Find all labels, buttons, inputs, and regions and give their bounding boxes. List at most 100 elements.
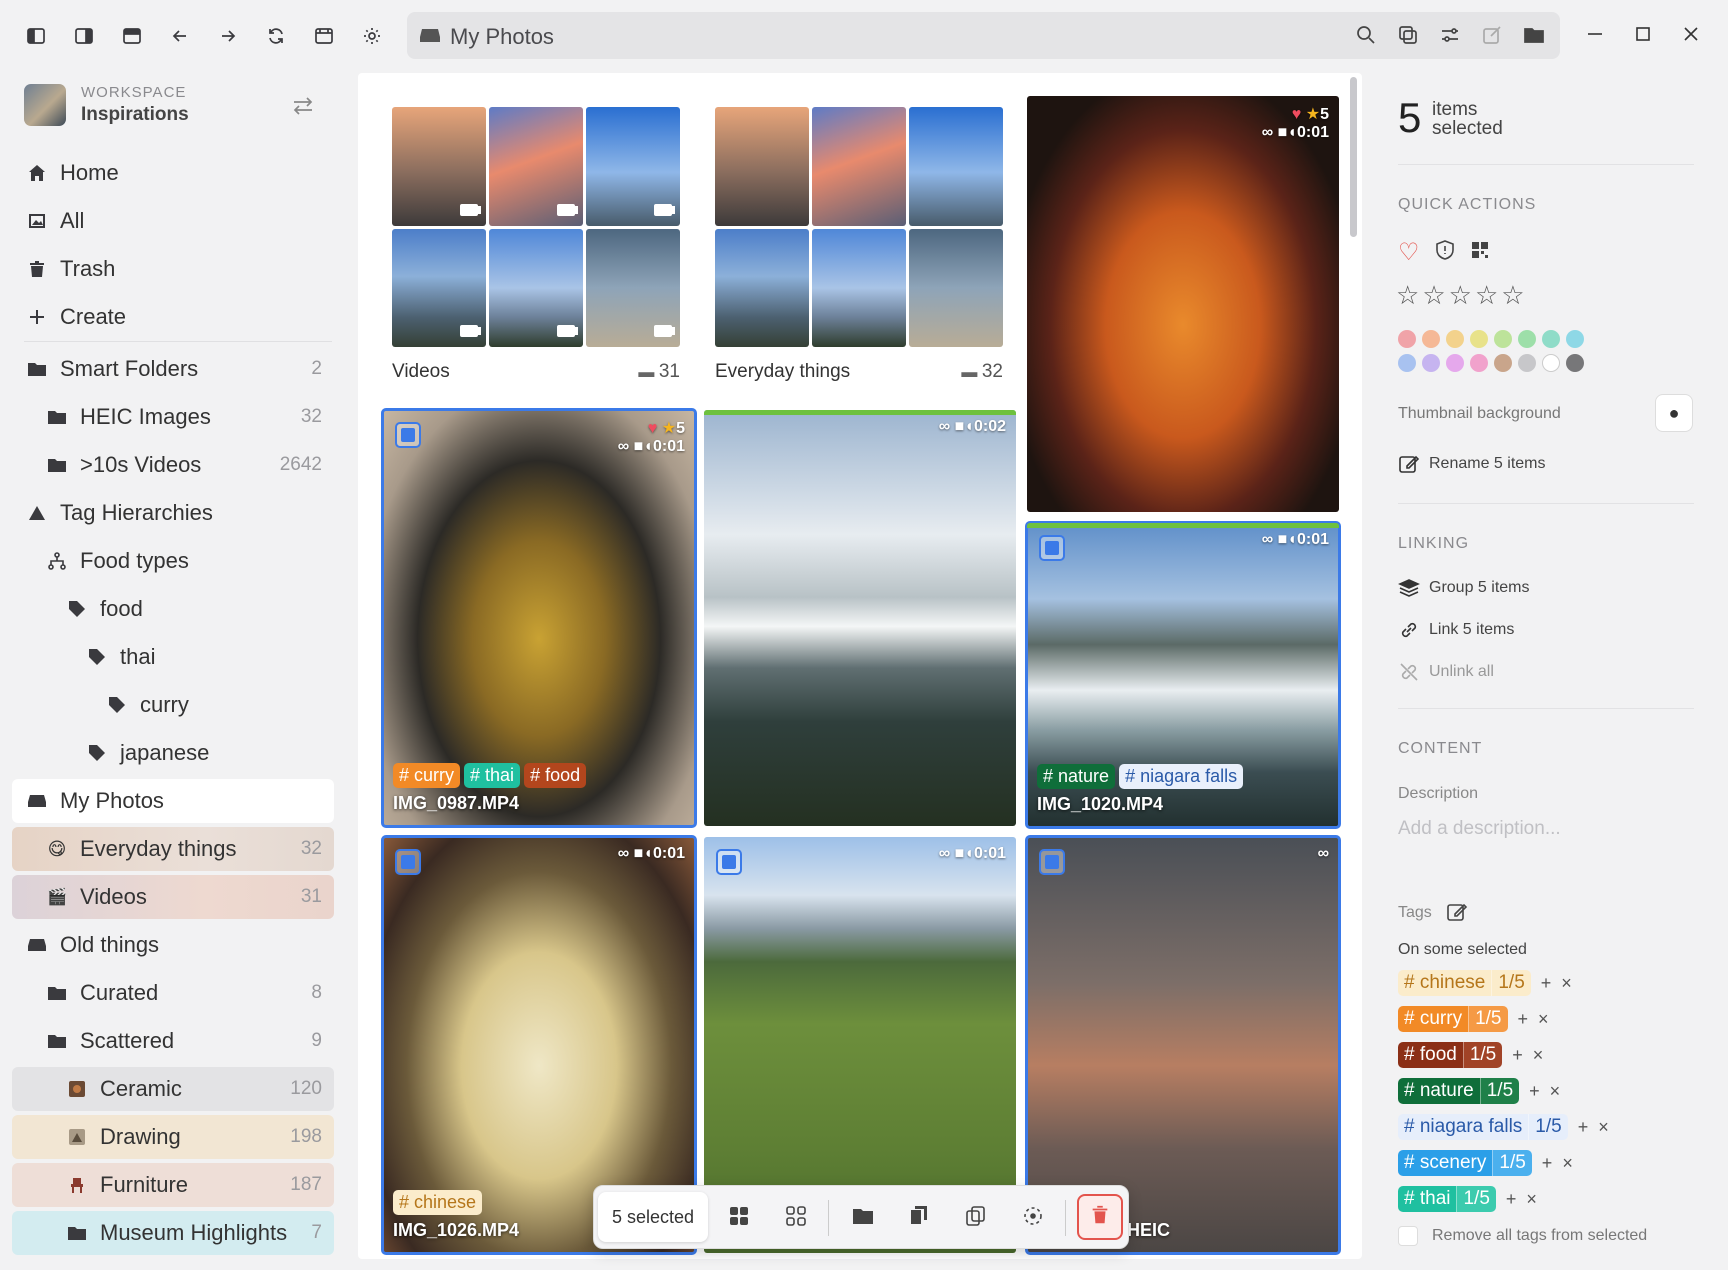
color-swatch[interactable] <box>1422 330 1440 348</box>
maximize-icon[interactable] <box>1633 24 1657 48</box>
sidebar-item-trash[interactable]: Trash <box>12 247 334 291</box>
description-input[interactable]: Add a description... <box>1398 818 1688 840</box>
add-tag-icon[interactable]: + <box>1542 1153 1553 1174</box>
star-rating[interactable]: ☆☆☆☆☆ <box>1396 280 1528 311</box>
delete-button[interactable] <box>1077 1194 1123 1240</box>
remove-tag-icon[interactable]: × <box>1562 1153 1573 1174</box>
tag-pill[interactable]: # curry 1/5 <box>1398 1006 1508 1032</box>
add-tag-icon[interactable]: + <box>1541 973 1552 994</box>
star-icon[interactable]: ☆ <box>1422 280 1448 310</box>
palette-button[interactable]: ● <box>1655 394 1693 432</box>
sidebar-item-old-things[interactable]: Old things <box>12 923 334 967</box>
settings-gear-icon[interactable] <box>358 22 386 50</box>
add-tag-icon[interactable]: + <box>1578 1117 1589 1138</box>
color-swatch[interactable] <box>1494 354 1512 372</box>
color-swatch[interactable] <box>1542 330 1560 348</box>
remove-tag-icon[interactable]: × <box>1526 1189 1537 1210</box>
tag-chip[interactable]: # nature <box>1037 764 1116 789</box>
toggle-topbar-icon[interactable] <box>118 22 146 50</box>
select-region-icon[interactable] <box>1021 1204 1049 1232</box>
qr-grid-icon[interactable] <box>1470 240 1490 260</box>
add-tag-icon[interactable]: + <box>1518 1009 1529 1030</box>
link-button[interactable]: Link 5 items <box>1398 619 1514 641</box>
remove-tag-icon[interactable]: × <box>1533 1045 1544 1066</box>
selection-checkbox[interactable] <box>1039 849 1065 875</box>
star-icon[interactable]: ☆ <box>1396 280 1422 310</box>
color-swatch[interactable] <box>1398 330 1416 348</box>
sidebar-item-home[interactable]: Home <box>12 151 334 195</box>
folder-card-everyday-things[interactable]: Everyday things ▬ 32 <box>703 95 1015 395</box>
sidebar-item-smart-folders[interactable]: Smart Folders 2 <box>12 347 334 391</box>
tag-chip[interactable]: # thai <box>464 763 521 788</box>
color-swatch[interactable] <box>1470 330 1488 348</box>
sidebar-item-all[interactable]: All <box>12 199 334 243</box>
toggle-right-sidebar-icon[interactable] <box>70 22 98 50</box>
tag-pill[interactable]: # nature 1/5 <box>1398 1078 1520 1104</box>
sidebar-item-videos[interactable]: 🎬 Videos 31 <box>12 875 334 919</box>
sidebar-item-tag-hierarchies[interactable]: Tag Hierarchies <box>12 491 334 535</box>
tag-pill[interactable]: # scenery 1/5 <box>1398 1150 1532 1176</box>
sidebar-item-create[interactable]: Create <box>12 295 334 339</box>
tag-pill[interactable]: # food 1/5 <box>1398 1042 1503 1068</box>
switch-workspace-icon[interactable] <box>290 94 316 118</box>
selected-count[interactable]: 5 selected <box>598 1192 708 1242</box>
folder-card-videos[interactable]: Videos ▬ 31 <box>380 95 692 395</box>
sliders-icon[interactable] <box>1439 24 1463 48</box>
color-swatch[interactable] <box>1446 330 1464 348</box>
color-swatch[interactable] <box>1398 354 1416 372</box>
folder-icon[interactable] <box>1523 24 1547 48</box>
color-swatch[interactable] <box>1446 354 1464 372</box>
tag-pill[interactable]: # chinese 1/5 <box>1398 970 1531 996</box>
star-icon[interactable]: ☆ <box>1475 280 1501 310</box>
sidebar-item-heic-images[interactable]: HEIC Images 32 <box>12 395 334 439</box>
address-bar[interactable]: My Photos <box>407 12 1560 59</box>
tag-chip[interactable]: # chinese <box>393 1190 483 1215</box>
color-swatch[interactable] <box>1422 354 1440 372</box>
selection-checkbox[interactable] <box>716 849 742 875</box>
shield-icon[interactable] <box>1434 239 1456 261</box>
remove-tag-icon[interactable]: × <box>1550 1081 1561 1102</box>
workspace-name[interactable]: Inspirations <box>81 104 189 126</box>
refresh-icon[interactable] <box>262 22 290 50</box>
sidebar-item-japanese[interactable]: japanese <box>12 731 334 775</box>
duplicate-icon[interactable] <box>907 1204 935 1232</box>
photo-tile-niagara[interactable]: ∞ ■◖0:02 <box>704 410 1016 826</box>
sidebar-item-thai[interactable]: thai <box>12 635 334 679</box>
tag-chip[interactable]: # curry <box>393 763 461 788</box>
close-icon[interactable] <box>1681 24 1705 48</box>
minimize-icon[interactable] <box>1585 24 1609 48</box>
edit-external-icon[interactable] <box>1481 24 1505 48</box>
calendar-window-icon[interactable] <box>310 22 338 50</box>
remove-tag-icon[interactable]: × <box>1598 1117 1609 1138</box>
unlink-button[interactable]: Unlink all <box>1398 661 1494 683</box>
color-swatch[interactable] <box>1518 354 1536 372</box>
sidebar-item-curated[interactable]: Curated 8 <box>12 971 334 1015</box>
scrollbar-thumb[interactable] <box>1350 77 1357 237</box>
sidebar-item-scattered[interactable]: Scattered 9 <box>12 1019 334 1063</box>
remove-tag-icon[interactable]: × <box>1538 1009 1549 1030</box>
color-swatch[interactable] <box>1470 354 1488 372</box>
forward-arrow-icon[interactable] <box>214 22 242 50</box>
move-to-folder-icon[interactable] <box>851 1204 879 1232</box>
star-icon[interactable]: ☆ <box>1449 280 1475 310</box>
heart-icon[interactable]: ♡ <box>1398 238 1420 267</box>
color-swatch[interactable] <box>1494 330 1512 348</box>
sidebar-item-furniture[interactable]: Furniture 187 <box>12 1163 334 1207</box>
color-swatch[interactable] <box>1542 354 1560 372</box>
tag-pill[interactable]: # thai 1/5 <box>1398 1186 1496 1212</box>
tag-pill[interactable]: # niagara falls 1/5 <box>1398 1114 1568 1140</box>
sidebar-item-food-types[interactable]: Food types <box>12 539 334 583</box>
grid-large-icon[interactable] <box>727 1204 755 1232</box>
add-tag-icon[interactable]: + <box>1512 1045 1523 1066</box>
sidebar-item-drawing[interactable]: Drawing 198 <box>12 1115 334 1159</box>
color-swatch[interactable] <box>1566 354 1584 372</box>
copy-icon[interactable] <box>964 1204 992 1232</box>
selection-checkbox[interactable] <box>1039 535 1065 561</box>
remove-tag-icon[interactable]: × <box>1561 973 1572 994</box>
toggle-left-sidebar-icon[interactable] <box>22 22 50 50</box>
group-button[interactable]: Group 5 items <box>1398 577 1529 599</box>
star-icon[interactable]: ☆ <box>1501 280 1527 310</box>
rename-button[interactable]: Rename 5 items <box>1398 453 1546 475</box>
photo-tile-soup[interactable]: ♥ ★5 ∞ ■◖0:01 <box>1027 96 1339 512</box>
sidebar-item-food[interactable]: food <box>12 587 334 631</box>
